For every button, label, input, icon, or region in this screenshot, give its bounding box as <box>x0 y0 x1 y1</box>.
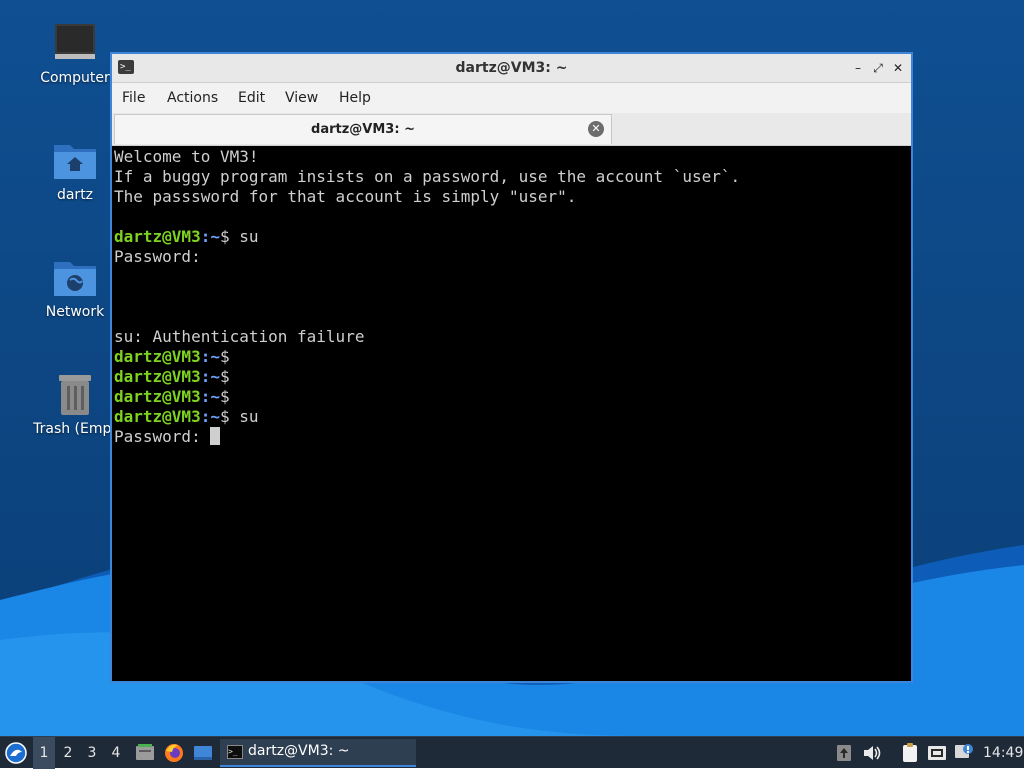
firefox-icon[interactable] <box>163 737 185 769</box>
terminal-text: If a buggy program insists on a password… <box>114 167 741 186</box>
menu-view[interactable]: View <box>285 90 318 106</box>
prompt-symbol: $ <box>219 387 230 406</box>
lubuntu-logo-icon <box>5 742 27 764</box>
terminal-text: Password: <box>114 247 201 266</box>
prompt-path: :~ <box>200 227 220 246</box>
prompt-command: su <box>229 227 259 246</box>
network-folder-icon <box>51 256 99 300</box>
window-titlebar[interactable]: >_ dartz@VM3: ~ – ⤢ ✕ <box>112 54 911 83</box>
start-menu-button[interactable] <box>4 737 28 769</box>
computer-icon <box>51 22 99 66</box>
tab-terminal[interactable]: dartz@VM3: ~ ✕ <box>114 114 612 144</box>
terminal-line: dartz@VM3:~$ su <box>114 407 911 427</box>
workspace-3[interactable]: 3 <box>81 737 103 769</box>
terminal-text: su: Authentication failure <box>114 327 365 346</box>
terminal-text: Password: <box>114 427 211 446</box>
terminal-task-icon: >_ <box>227 745 243 759</box>
desktop-icon-label: Computer <box>40 70 110 86</box>
prompt-user: dartz@VM3 <box>114 227 201 246</box>
desktop-icon-trash[interactable]: Trash (Empt <box>27 373 123 437</box>
terminal-line: dartz@VM3:~$ <box>114 367 911 387</box>
notification-icon[interactable] <box>954 737 974 769</box>
terminal-line: dartz@VM3:~$ <box>114 347 911 367</box>
minimize-button[interactable]: – <box>849 59 867 77</box>
taskbar: 1 2 3 4 >_ dartz@VM3: ~ 14:49 <box>0 736 1024 769</box>
terminal-line: Password: <box>114 427 911 447</box>
terminal-line: dartz@VM3:~$ <box>114 387 911 407</box>
workspace-1[interactable]: 1 <box>33 737 55 769</box>
terminal-line: su: Authentication failure <box>114 327 911 347</box>
terminal-window[interactable]: >_ dartz@VM3: ~ – ⤢ ✕ File Actions Edit … <box>110 52 913 683</box>
terminal-text: Welcome to VM3! <box>114 147 259 166</box>
desktop-icon-home[interactable]: dartz <box>27 139 123 203</box>
prompt-user: dartz@VM3 <box>114 387 201 406</box>
terminal-line: dartz@VM3:~$ su <box>114 227 911 247</box>
menu-actions[interactable]: Actions <box>167 90 218 106</box>
maximize-button[interactable]: ⤢ <box>869 59 887 77</box>
task-label: dartz@VM3: ~ <box>248 743 350 759</box>
text-cursor <box>210 427 221 445</box>
network-icon[interactable] <box>927 737 947 769</box>
update-notifier-icon[interactable] <box>836 737 852 769</box>
prompt-user: dartz@VM3 <box>114 347 201 366</box>
menu-help[interactable]: Help <box>339 90 371 106</box>
prompt-path: :~ <box>200 367 220 386</box>
prompt-symbol: $ <box>219 407 230 426</box>
close-button[interactable]: ✕ <box>889 59 907 77</box>
desktop-icon-computer[interactable]: Computer <box>27 22 123 86</box>
prompt-symbol: $ <box>219 347 230 366</box>
prompt-symbol: $ <box>219 367 230 386</box>
prompt-user: dartz@VM3 <box>114 407 201 426</box>
desktop-icon-label: Trash (Empt <box>33 421 117 437</box>
desktop-icon-label: Network <box>45 304 105 320</box>
show-desktop-icon[interactable] <box>192 737 214 769</box>
terminal-line: The passsword for that account is simply… <box>114 187 911 207</box>
prompt-path: :~ <box>200 387 220 406</box>
terminal-line: Welcome to VM3! <box>114 147 911 167</box>
terminal-output[interactable]: Welcome to VM3! If a buggy program insist… <box>114 147 911 681</box>
tab-bar: dartz@VM3: ~ ✕ <box>112 113 911 146</box>
volume-icon[interactable] <box>862 737 882 769</box>
tab-label: dartz@VM3: ~ <box>311 122 415 137</box>
prompt-command: su <box>229 407 259 426</box>
clock[interactable]: 14:49 <box>983 737 1023 769</box>
terminal-text: The passsword for that account is simply… <box>114 187 577 206</box>
menu-bar: File Actions Edit View Help <box>112 83 911 113</box>
terminal-line: If a buggy program insists on a password… <box>114 167 911 187</box>
workspace-2[interactable]: 2 <box>57 737 79 769</box>
menu-edit[interactable]: Edit <box>238 90 265 106</box>
desktop-icon-label: dartz <box>56 187 94 203</box>
window-title: dartz@VM3: ~ <box>455 60 568 76</box>
terminal-line: Password: <box>114 247 911 267</box>
trash-icon <box>51 373 99 417</box>
workspace-4[interactable]: 4 <box>105 737 127 769</box>
menu-file[interactable]: File <box>122 90 145 106</box>
prompt-symbol: $ <box>219 227 230 246</box>
prompt-user: dartz@VM3 <box>114 367 201 386</box>
prompt-path: :~ <box>200 407 220 426</box>
home-folder-icon <box>51 139 99 183</box>
desktop-icon-network[interactable]: Network <box>27 256 123 320</box>
tab-close-icon[interactable]: ✕ <box>588 121 604 137</box>
file-manager-icon[interactable] <box>134 737 156 769</box>
taskbar-task-terminal[interactable]: >_ dartz@VM3: ~ <box>220 739 416 767</box>
clipboard-icon[interactable] <box>900 737 920 769</box>
prompt-path: :~ <box>200 347 220 366</box>
